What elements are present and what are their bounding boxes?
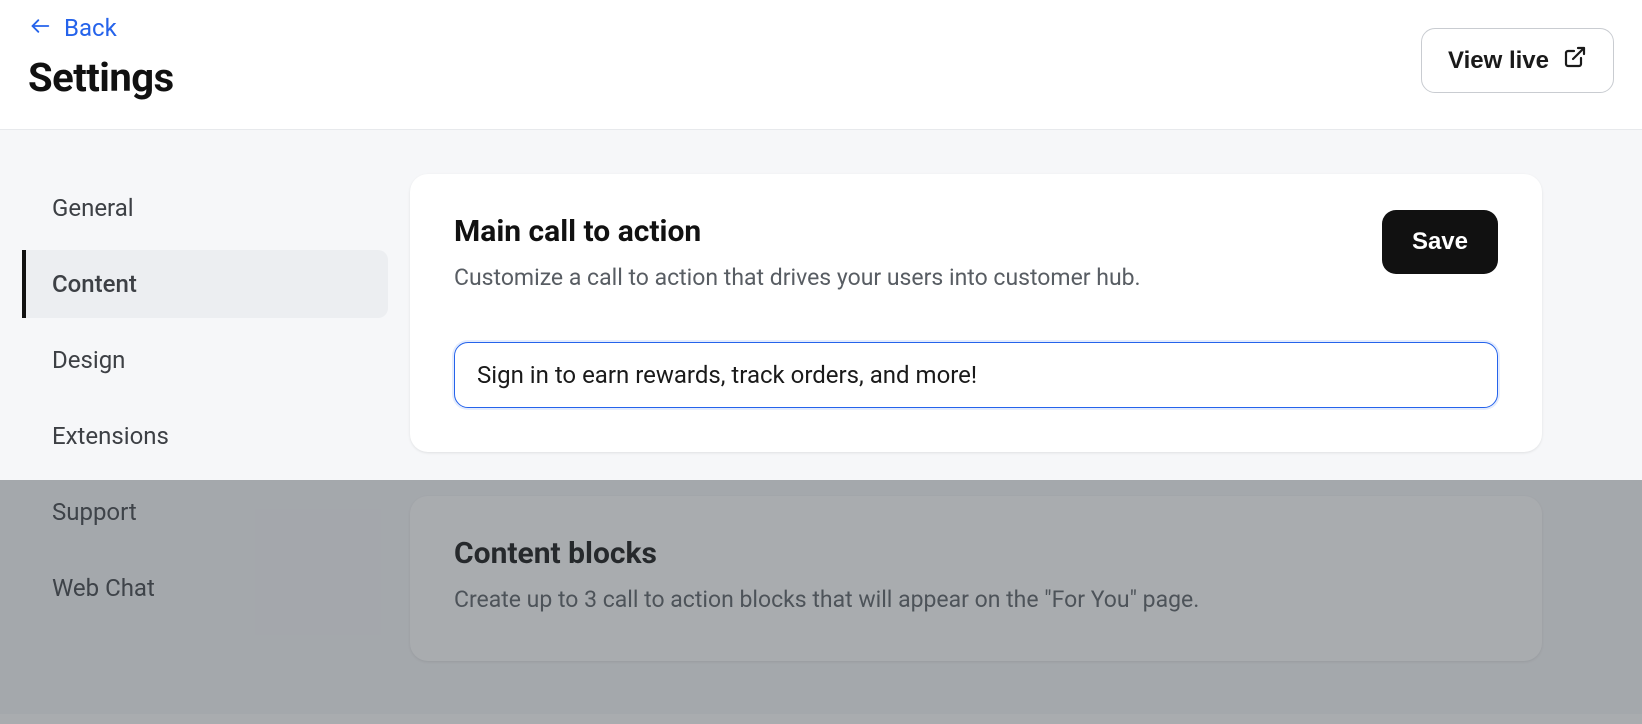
sidebar-item-label: Extensions bbox=[52, 422, 169, 450]
main-cta-description: Customize a call to action that drives y… bbox=[454, 261, 1498, 294]
sidebar-item-label: Web Chat bbox=[52, 574, 155, 602]
content-blocks-heading: Content blocks bbox=[454, 536, 1498, 571]
back-label: Back bbox=[64, 14, 117, 42]
sidebar-item-content[interactable]: Content bbox=[22, 250, 388, 318]
main-content: Main call to action Customize a call to … bbox=[410, 130, 1642, 714]
content-blocks-description: Create up to 3 call to action blocks tha… bbox=[454, 583, 1498, 616]
view-live-button[interactable]: View live bbox=[1421, 28, 1614, 93]
back-link[interactable]: Back bbox=[28, 14, 174, 42]
arrow-left-icon bbox=[28, 14, 52, 42]
page-header: Back Settings View live bbox=[0, 0, 1642, 130]
external-link-icon bbox=[1563, 45, 1587, 76]
sidebar-item-support[interactable]: Support bbox=[22, 478, 388, 546]
sidebar-item-extensions[interactable]: Extensions bbox=[22, 402, 388, 470]
main-cta-input[interactable] bbox=[454, 342, 1498, 408]
sidebar-item-label: Content bbox=[52, 270, 137, 298]
sidebar-item-web-chat[interactable]: Web Chat bbox=[22, 554, 388, 622]
sidebar-item-label: Design bbox=[52, 346, 125, 374]
save-button[interactable]: Save bbox=[1382, 210, 1498, 274]
main-cta-card: Main call to action Customize a call to … bbox=[410, 174, 1542, 452]
sidebar-item-design[interactable]: Design bbox=[22, 326, 388, 394]
content-blocks-card: Content blocks Create up to 3 call to ac… bbox=[410, 496, 1542, 660]
app-root: Back Settings View live General Content bbox=[0, 0, 1642, 724]
page-body: General Content Design Extensions Suppor… bbox=[0, 130, 1642, 714]
page-title: Settings bbox=[28, 54, 174, 101]
sidebar-item-label: General bbox=[52, 194, 134, 222]
view-live-label: View live bbox=[1448, 47, 1549, 75]
sidebar-item-general[interactable]: General bbox=[22, 174, 388, 242]
header-left: Back Settings bbox=[28, 14, 174, 101]
main-cta-heading: Main call to action bbox=[454, 214, 1498, 249]
sidebar-item-label: Support bbox=[52, 498, 137, 526]
settings-sidebar: General Content Design Extensions Suppor… bbox=[0, 130, 410, 714]
